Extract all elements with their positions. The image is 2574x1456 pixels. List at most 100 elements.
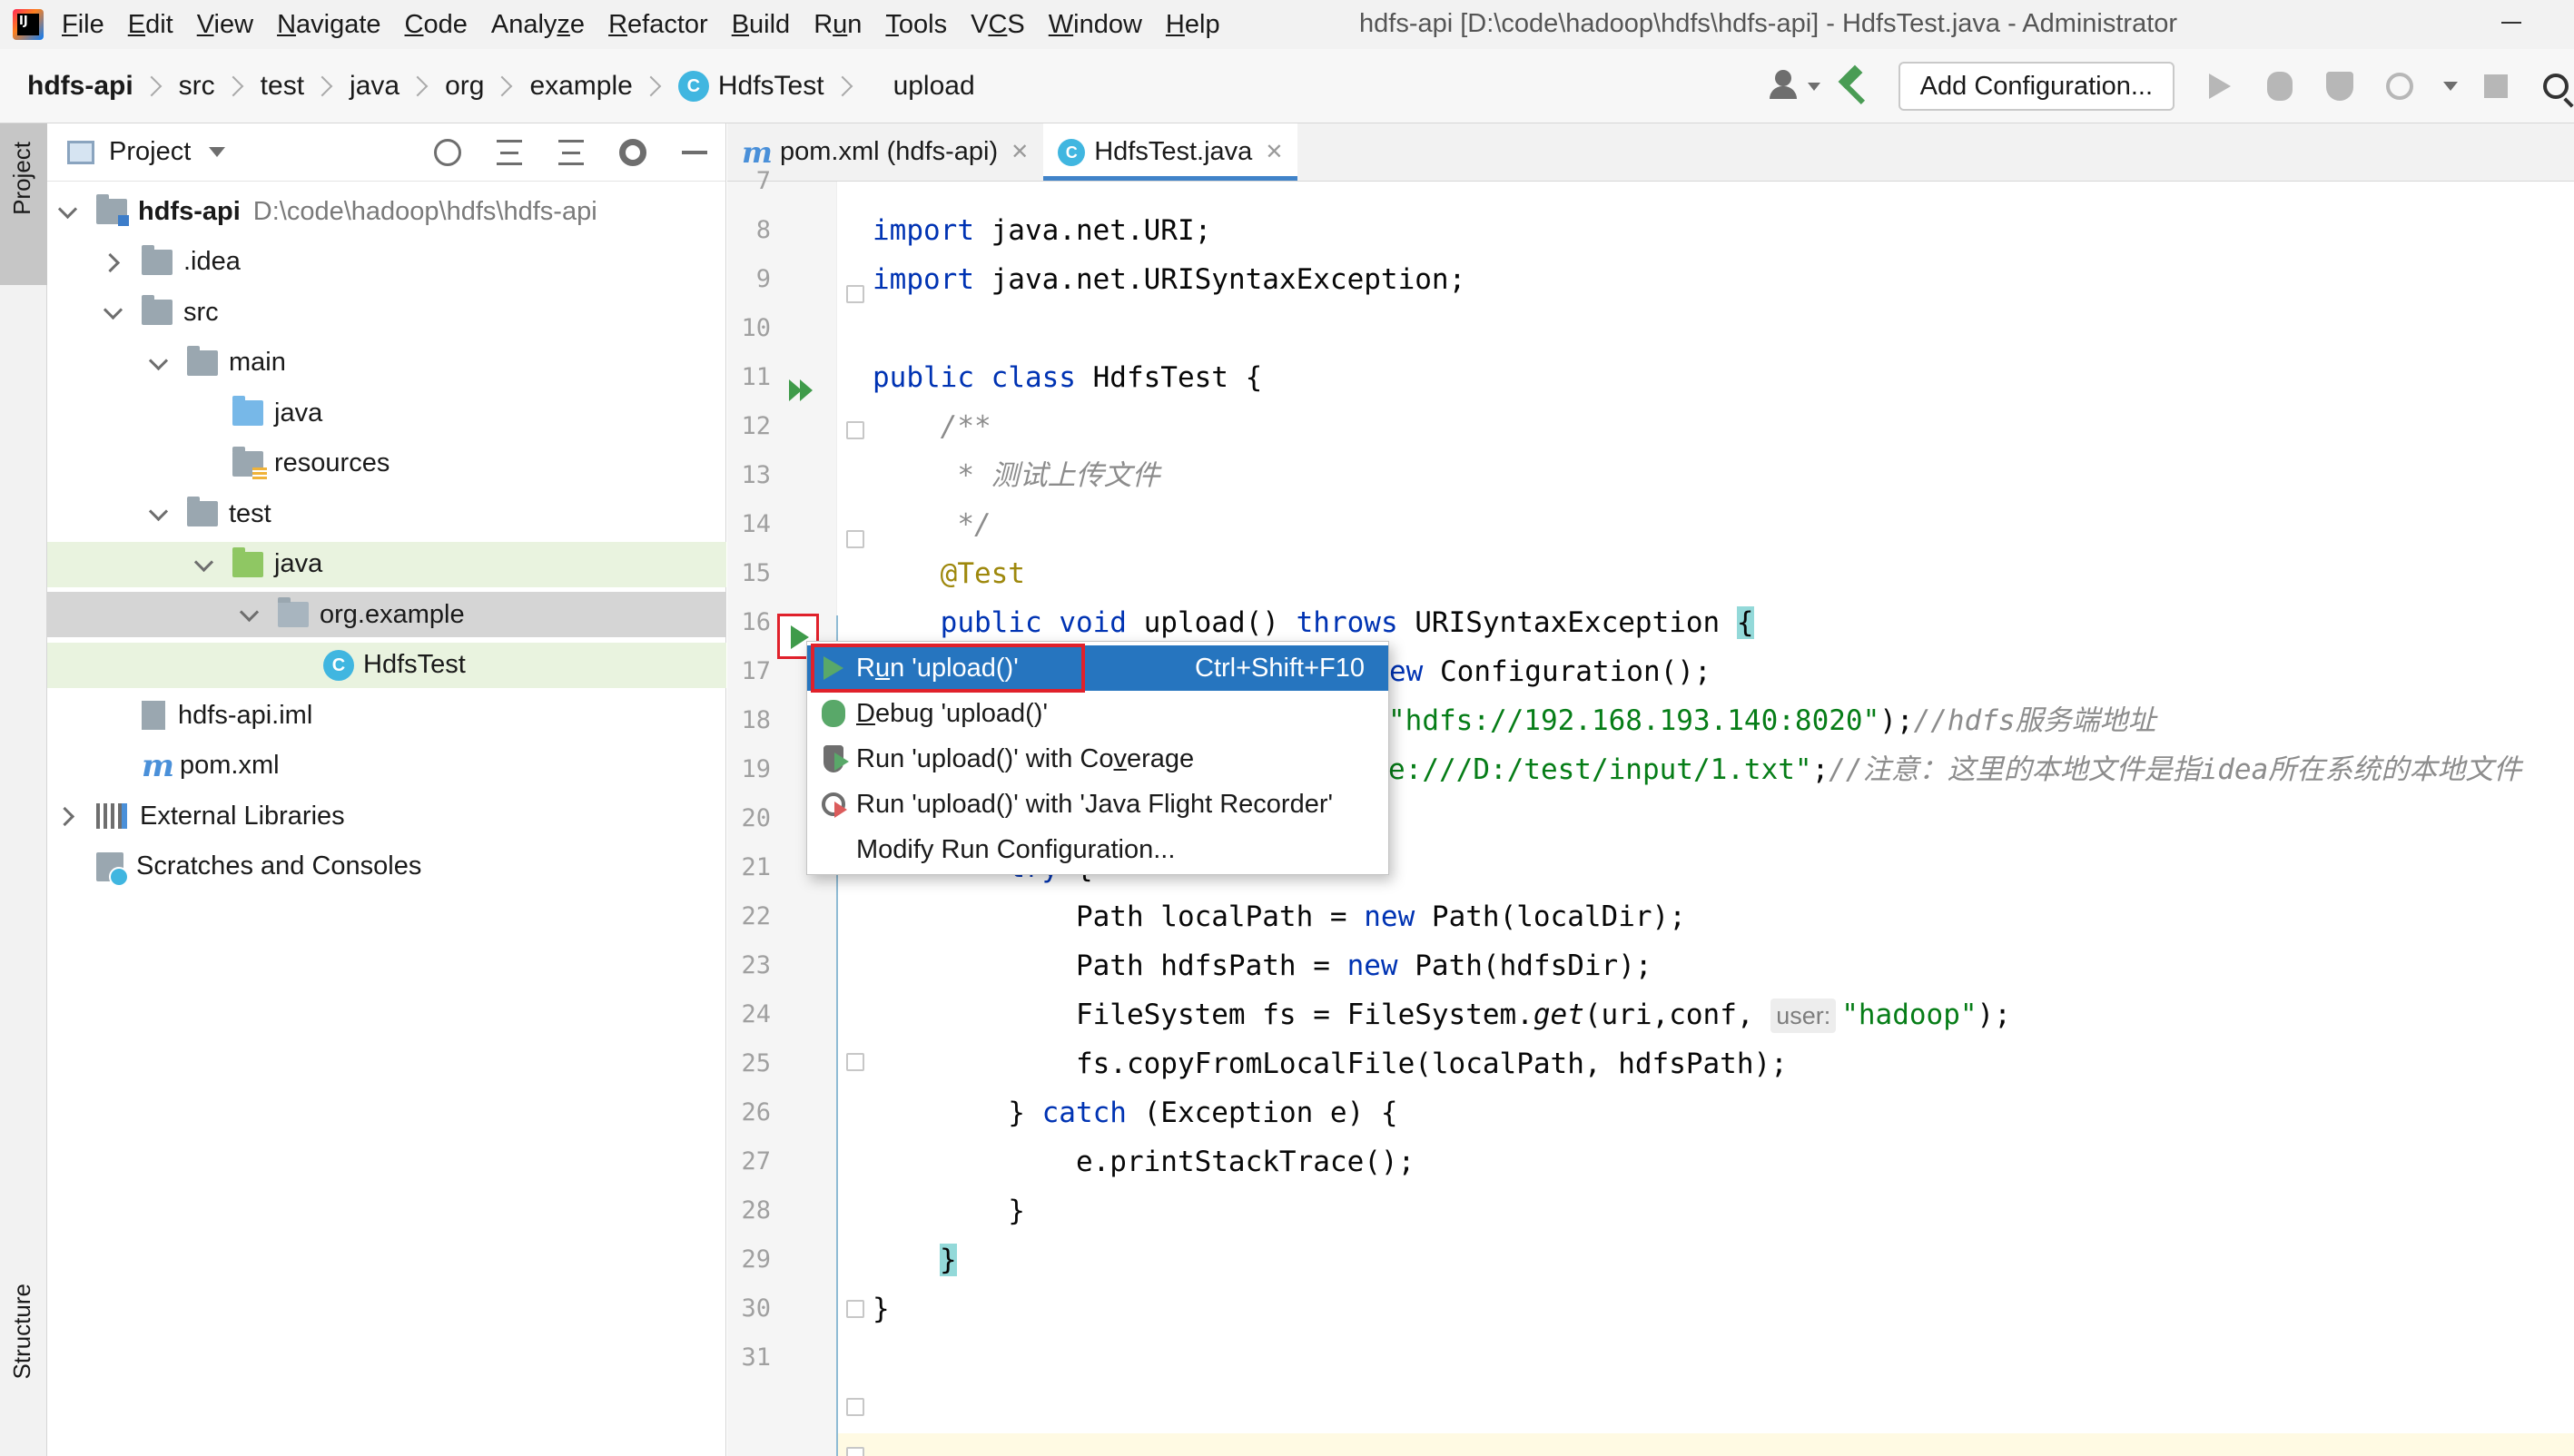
- brace-highlight: }: [940, 1244, 957, 1276]
- class-icon: C: [323, 649, 354, 681]
- user-icon[interactable]: [1768, 70, 1820, 103]
- menu-item-run-with-flight-recorder[interactable]: Run 'upload()' with 'Java Flight Recorde…: [807, 782, 1388, 827]
- tree-item[interactable]: test: [47, 491, 726, 536]
- menu-edit[interactable]: Edit: [128, 10, 173, 40]
- code-line-19: e:///D:/test/input/1.txt";//注意：这里的本地文件是指…: [1388, 745, 2521, 794]
- tree-item[interactable]: main: [47, 340, 726, 386]
- tree-item[interactable]: C HdfsTest: [47, 642, 726, 688]
- chevron-right-icon[interactable]: [104, 253, 122, 271]
- fold-marker-icon[interactable]: [846, 1053, 864, 1071]
- menu-item-label: Modify Run Configuration...: [856, 834, 1176, 864]
- code-line-14: */: [873, 508, 991, 541]
- close-icon[interactable]: ✕: [1265, 139, 1283, 165]
- run-icon: [818, 653, 849, 684]
- menu-file[interactable]: File: [62, 10, 104, 40]
- fold-marker-icon[interactable]: [846, 285, 864, 303]
- breadcrumb-hdfstest[interactable]: HdfsTest: [718, 71, 824, 102]
- tab-hdfstest-java[interactable]: C HdfsTest.java ✕: [1043, 123, 1298, 181]
- chevron-down-icon[interactable]: [58, 202, 76, 221]
- run-with-coverage-icon[interactable]: [2322, 68, 2358, 104]
- menu-run[interactable]: Run: [814, 10, 862, 40]
- expand-all-icon[interactable]: [493, 136, 526, 169]
- line-number: 10: [741, 314, 771, 342]
- run-icon[interactable]: [2202, 68, 2238, 104]
- chevron-down-icon[interactable]: [194, 556, 212, 574]
- tree-item[interactable]: External Libraries: [47, 793, 726, 839]
- breadcrumb-org[interactable]: org: [445, 71, 484, 102]
- breadcrumb-hdfs-api[interactable]: hdfs-api: [27, 71, 133, 102]
- project-view-title[interactable]: Project: [109, 137, 191, 167]
- tree-item[interactable]: hdfs-api D:\code\hadoop\hdfs\hdfs-api: [47, 189, 726, 234]
- fold-marker-icon[interactable]: [846, 1447, 864, 1456]
- fold-marker-icon[interactable]: [846, 1398, 864, 1416]
- line-number: 19: [741, 755, 771, 783]
- menu-item-run-upload[interactable]: Run 'upload()' Ctrl+Shift+F10: [807, 645, 1388, 691]
- tree-item[interactable]: Scratches and Consoles: [47, 844, 726, 890]
- line-number: 28: [741, 1196, 771, 1225]
- tree-item[interactable]: src: [47, 290, 726, 335]
- project-tool-button[interactable]: Project: [0, 123, 47, 285]
- search-icon[interactable]: [2538, 68, 2574, 104]
- chevron-down-icon[interactable]: [149, 505, 167, 523]
- tree-item[interactable]: m pom.xml: [47, 743, 726, 789]
- menu-tools[interactable]: Tools: [885, 10, 947, 40]
- menu-help[interactable]: Help: [1166, 10, 1220, 40]
- source-folder-icon: [232, 396, 263, 426]
- hide-panel-icon[interactable]: [678, 136, 711, 169]
- line-number: 27: [741, 1147, 771, 1176]
- chevron-down-icon[interactable]: [209, 147, 226, 157]
- minimize-icon[interactable]: [2501, 22, 2521, 24]
- keyword: new: [1364, 900, 1415, 933]
- tree-item[interactable]: java: [47, 390, 726, 436]
- brace-highlight: {: [1736, 606, 1754, 639]
- chevron-down-icon[interactable]: [2441, 68, 2460, 104]
- code-text: Path(localDir);: [1415, 900, 1686, 933]
- menu-item-debug-upload[interactable]: Debug 'upload()': [807, 691, 1388, 736]
- fold-marker-icon[interactable]: [846, 1300, 864, 1318]
- breadcrumb-example[interactable]: example: [529, 71, 632, 102]
- tree-item[interactable]: java: [47, 541, 726, 587]
- structure-tool-button[interactable]: Structure: [0, 1274, 47, 1456]
- fold-marker-icon[interactable]: [846, 421, 864, 439]
- menu-view[interactable]: View: [197, 10, 253, 40]
- menu-item-run-with-coverage[interactable]: Run 'upload()' with Coverage: [807, 736, 1388, 782]
- chevron-right-icon[interactable]: [58, 807, 76, 825]
- tree-item[interactable]: .idea: [47, 240, 726, 285]
- menu-vcs[interactable]: VCS: [971, 10, 1025, 40]
- locate-target-icon[interactable]: [431, 136, 464, 169]
- chevron-down-icon[interactable]: [240, 605, 258, 624]
- close-icon[interactable]: ✕: [1011, 139, 1029, 165]
- collapse-all-icon[interactable]: [555, 136, 587, 169]
- debug-icon[interactable]: [2262, 68, 2298, 104]
- profile-icon[interactable]: [2382, 68, 2418, 104]
- breadcrumb-java[interactable]: java: [350, 71, 399, 102]
- menu-analyze[interactable]: Analyze: [491, 10, 585, 40]
- breadcrumb-upload[interactable]: upload: [893, 71, 975, 102]
- menu-navigate[interactable]: Navigate: [277, 10, 380, 40]
- fold-marker-icon[interactable]: [846, 530, 864, 548]
- chevron-down-icon[interactable]: [149, 354, 167, 372]
- add-configuration-button[interactable]: Add Configuration...: [1898, 62, 2175, 111]
- tree-item[interactable]: hdfs-api.iml: [47, 693, 726, 738]
- line-number: 11: [741, 363, 771, 391]
- tree-item[interactable]: org.example: [47, 592, 726, 637]
- breadcrumb-test[interactable]: test: [261, 71, 304, 102]
- tab-pom-xml[interactable]: m pom.xml (hdfs-api) ✕: [727, 123, 1043, 181]
- gear-icon[interactable]: [616, 136, 649, 169]
- coverage-icon: [818, 743, 849, 774]
- code-line-22: Path localPath = new Path(localDir);: [873, 892, 1686, 941]
- menu-code[interactable]: Code: [405, 10, 468, 40]
- menu-build[interactable]: Build: [732, 10, 791, 40]
- code-text: FileSystem fs = FileSystem.: [873, 999, 1534, 1031]
- package-icon: [278, 597, 309, 627]
- stop-icon[interactable]: [2478, 68, 2514, 104]
- menu-window[interactable]: Window: [1049, 10, 1142, 40]
- tab-label: HdfsTest.java: [1094, 137, 1253, 166]
- code-line-11: public class HdfsTest {: [873, 353, 1262, 402]
- menu-item-modify-run-configuration[interactable]: Modify Run Configuration...: [807, 827, 1388, 872]
- menu-refactor[interactable]: Refactor: [608, 10, 708, 40]
- build-hammer-icon[interactable]: [1835, 64, 1871, 105]
- breadcrumb-src[interactable]: src: [179, 71, 215, 102]
- chevron-down-icon[interactable]: [104, 303, 122, 321]
- tree-item[interactable]: resources: [47, 441, 726, 487]
